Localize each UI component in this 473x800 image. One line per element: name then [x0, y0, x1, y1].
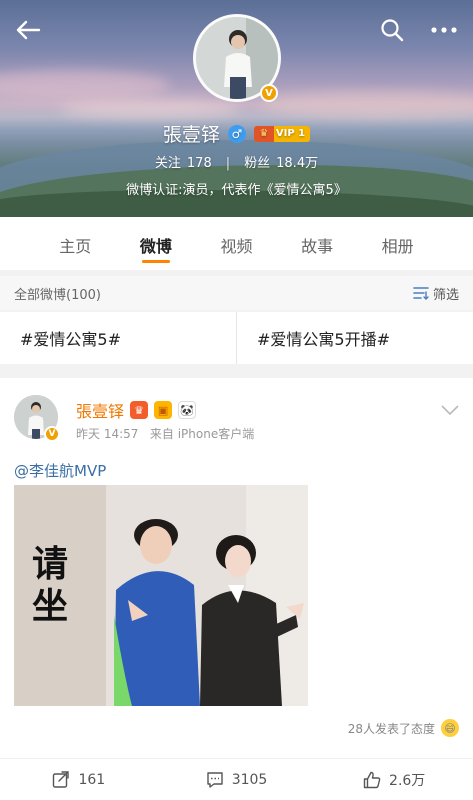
source-prefix: 来自	[149, 427, 174, 441]
attitude-text: 28人发表了态度	[347, 721, 435, 736]
repost-button[interactable]: 161	[0, 759, 158, 800]
tab-home[interactable]: 主页	[49, 217, 101, 270]
vip-label: VIP 1	[275, 128, 306, 139]
tab-album[interactable]: 相册	[372, 217, 424, 270]
like-button[interactable]: 2.6万	[315, 759, 473, 800]
cloud	[0, 70, 170, 100]
divider: |	[225, 156, 231, 171]
post-image[interactable]: 请坐	[14, 485, 308, 706]
post-author-name[interactable]: 張壹铎	[76, 398, 124, 422]
tab-weibo[interactable]: 微博	[130, 217, 182, 270]
post-source: iPhone客户端	[177, 427, 255, 441]
thumbs-up-icon	[363, 771, 381, 788]
cloud	[260, 92, 473, 118]
gender-male-icon: ♂	[227, 124, 246, 143]
comment-count: 3105	[231, 771, 268, 788]
post-author-line: 張壹铎 ♛ ▣ 🐼	[76, 398, 197, 422]
panda-icon: 🐼	[178, 401, 197, 419]
filter-button[interactable]: 筛选	[413, 284, 459, 303]
filter-icon	[413, 287, 429, 300]
post-meta: 昨天 14:57 来自 iPhone客户端	[76, 425, 254, 442]
tab-video[interactable]: 视频	[210, 217, 262, 270]
attitude-summary[interactable]: 28人发表了态度 😄	[348, 719, 459, 737]
follow-stats: 关注 178 | 粉丝 18.4万	[0, 152, 473, 171]
topic-link[interactable]: #爱情公寓5#	[0, 312, 236, 364]
chevron-down-icon	[441, 405, 459, 416]
profile-name-line: 張壹铎 ♂ ♛ VIP 1	[0, 120, 473, 147]
following-label: 关注	[154, 156, 181, 171]
post-time: 昨天 14:57	[76, 427, 139, 441]
comment-button[interactable]: 3105	[158, 759, 316, 800]
search-icon	[381, 19, 404, 42]
vip-badge[interactable]: ♛ VIP 1	[253, 125, 311, 142]
filter-label: 筛选	[432, 287, 459, 303]
following-link[interactable]: 关注 178	[155, 156, 212, 171]
weibo-post-card: V 張壹铎 ♛ ▣ 🐼 昨天 14:57 来自 iPhone客户端 @李佳航MV…	[0, 378, 473, 800]
arrow-left-icon	[16, 20, 41, 40]
back-button[interactable]	[12, 14, 44, 46]
topic-link[interactable]: #爱情公寓5开播#	[236, 312, 473, 364]
cloud	[60, 100, 240, 118]
profile-tabs: 主页 微博 视频 故事 相册	[0, 217, 473, 270]
all-weibo-count: 全部微博(100)	[14, 287, 101, 303]
smile-emoji-icon: 😄	[441, 719, 459, 737]
repost-count: 161	[78, 771, 106, 788]
more-button[interactable]	[428, 14, 460, 46]
fans-link[interactable]: 粉丝 18.4万	[244, 156, 318, 171]
crown-icon: ♛	[253, 125, 274, 142]
post-mention[interactable]: @李佳航MVP	[14, 460, 106, 481]
post-actions: 161 3105 2.6万	[0, 758, 473, 800]
certification-text: 微博认证:演员，代表作《爱情公寓5》	[126, 183, 347, 198]
verified-badge-icon: V	[260, 84, 278, 102]
filter-bar: 全部微博(100) 筛选	[0, 276, 473, 310]
image-caption: 请坐	[31, 543, 68, 627]
search-button[interactable]	[376, 14, 408, 46]
comment-icon	[206, 771, 223, 788]
fans-count: 18.4万	[276, 156, 319, 171]
tab-story[interactable]: 故事	[291, 217, 343, 270]
fans-label: 粉丝	[244, 156, 271, 171]
verified-badge-icon: V	[44, 426, 60, 442]
topic-bar: #爱情公寓5# #爱情公寓5开播#	[0, 312, 473, 364]
following-count: 178	[186, 156, 212, 171]
post-menu-button[interactable]	[441, 400, 459, 419]
vip-crown-icon: ♛	[130, 401, 149, 419]
repost-icon	[53, 770, 70, 788]
more-dots-icon	[431, 27, 457, 33]
like-count: 2.6万	[389, 772, 426, 789]
profile-name: 張壹铎	[162, 124, 220, 146]
member-badge-icon: ▣	[154, 401, 173, 419]
